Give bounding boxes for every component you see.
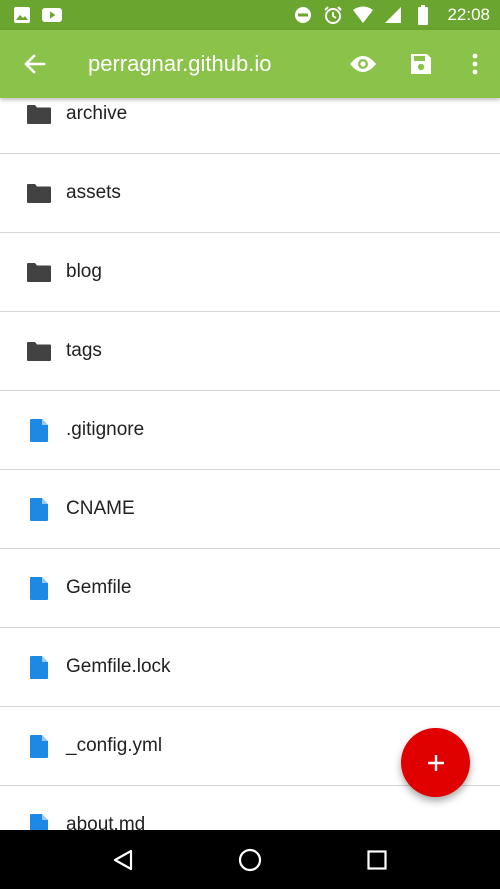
plus-icon	[427, 754, 444, 771]
alarm-icon	[323, 5, 343, 25]
add-file-button[interactable]	[401, 728, 470, 797]
wifi-icon	[353, 5, 374, 25]
status-bar-left	[12, 5, 62, 25]
file-icon	[30, 418, 48, 442]
do-not-disturb-icon	[293, 5, 313, 25]
file-name: archive	[66, 103, 128, 124]
file-icon-wrap	[0, 707, 66, 786]
folder-row[interactable]: tags	[0, 312, 500, 391]
save-icon	[411, 54, 431, 74]
file-name: about.md	[66, 814, 146, 830]
file-name: Gemfile.lock	[66, 656, 171, 677]
more-options-button[interactable]	[450, 30, 500, 98]
file-icon-wrap	[0, 549, 66, 628]
file-name: tags	[66, 340, 102, 361]
square-recents-icon	[367, 849, 387, 870]
eye-icon	[350, 56, 376, 72]
more-vert-icon	[472, 53, 478, 75]
status-bar-right: 22:08	[293, 5, 490, 25]
signal-icon	[383, 5, 403, 25]
file-name: .gitignore	[66, 419, 145, 440]
file-row[interactable]: Gemfile.lock	[0, 628, 500, 707]
save-button[interactable]	[392, 30, 450, 98]
folder-icon	[27, 341, 51, 361]
file-row[interactable]: .gitignore	[0, 391, 500, 470]
back-button[interactable]	[0, 30, 70, 98]
status-time: 22:08	[447, 5, 490, 24]
folder-icon-wrap	[0, 312, 66, 391]
preview-button[interactable]	[334, 30, 392, 98]
file-icon-wrap	[0, 628, 66, 707]
arrow-back-icon	[24, 54, 46, 74]
file-icon	[30, 813, 48, 830]
triangle-back-icon	[114, 849, 133, 870]
file-icon-wrap	[0, 391, 66, 470]
battery-icon	[413, 5, 433, 25]
folder-icon	[27, 262, 51, 282]
file-row[interactable]: Gemfile	[0, 549, 500, 628]
file-list: archive assets blog tags .gitignore CNAM…	[0, 75, 500, 830]
folder-row[interactable]: blog	[0, 233, 500, 312]
file-name: assets	[66, 182, 121, 203]
file-icon-wrap	[0, 470, 66, 549]
folder-icon	[27, 104, 51, 124]
nav-back-button[interactable]	[93, 830, 153, 889]
status-bar: 22:08	[0, 0, 500, 30]
nav-recents-button[interactable]	[347, 830, 407, 889]
file-name: _config.yml	[66, 735, 163, 756]
file-name: blog	[66, 261, 102, 282]
folder-icon	[27, 183, 51, 203]
file-icon	[30, 576, 48, 600]
navigation-bar	[0, 830, 500, 889]
file-name: CNAME	[66, 498, 135, 519]
youtube-icon	[42, 5, 62, 25]
app-bar: perragnar.github.io	[0, 30, 500, 98]
folder-icon-wrap	[0, 233, 66, 312]
file-row[interactable]: CNAME	[0, 470, 500, 549]
folder-row[interactable]: assets	[0, 154, 500, 233]
screen: 22:08 perragnar.github.io archive assets…	[0, 0, 500, 889]
file-icon	[30, 655, 48, 679]
file-icon	[30, 497, 48, 521]
circle-home-icon	[238, 848, 262, 871]
nav-home-button[interactable]	[220, 830, 280, 889]
image-icon	[12, 5, 32, 25]
file-name: Gemfile	[66, 577, 132, 598]
folder-icon-wrap	[0, 154, 66, 233]
page-title: perragnar.github.io	[88, 51, 272, 76]
file-icon-wrap	[0, 786, 66, 830]
file-icon	[30, 734, 48, 758]
